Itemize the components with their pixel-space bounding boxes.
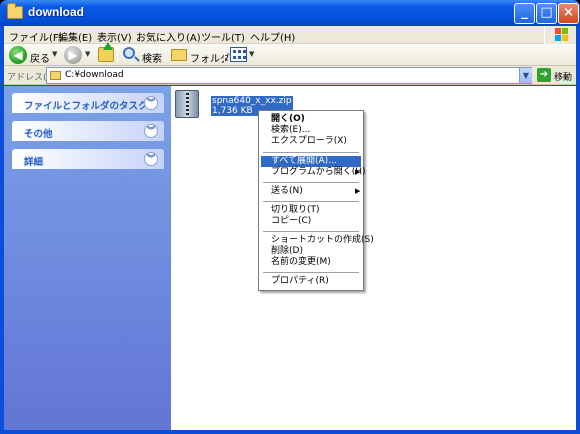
views-icon[interactable] (230, 47, 247, 62)
task-group-details[interactable]: 詳細 ︾ (12, 149, 164, 169)
window-title: download (28, 5, 84, 19)
task-group-title: その他 (24, 129, 53, 140)
context-menu-send-to[interactable]: 送る(N) (261, 186, 361, 197)
maximize-button[interactable]: □ (536, 3, 557, 24)
zip-file-icon[interactable] (175, 90, 199, 118)
chevron-down-icon[interactable]: ︾ (144, 124, 158, 138)
menu-bar: ファイル(F) 編集(E) 表示(V) お気に入り(A) ツール(T) ヘルプ(… (4, 26, 576, 44)
submenu-arrow-icon: ▶ (355, 187, 361, 195)
context-menu-rename[interactable]: 名前の変更(M) (261, 257, 361, 268)
context-menu-copy[interactable]: コピー(C) (261, 216, 361, 227)
menu-tools[interactable]: ツール(T) (201, 29, 245, 44)
folder-icon (7, 3, 23, 19)
context-menu: 開く(O) 検索(E)... エクスプローラ(X) すべて展開(A)... プロ… (258, 110, 374, 291)
menu-separator (263, 152, 359, 153)
menu-help[interactable]: ヘルプ(H) (250, 29, 295, 44)
context-menu-search[interactable]: 検索(E)... (261, 125, 361, 136)
forward-arrow-icon[interactable]: ▶ (64, 46, 82, 64)
title-bar[interactable]: download _ □ × (0, 0, 580, 26)
folders-icon[interactable] (171, 49, 187, 61)
minimize-button[interactable]: _ (514, 3, 535, 24)
forward-dropdown-icon[interactable]: ▼ (85, 50, 90, 58)
submenu-arrow-icon: ▶ (355, 168, 361, 176)
context-menu-create-shortcut[interactable]: ショートカットの作成(S) (261, 235, 374, 246)
toolbar: ◀ 戻る ▼ ▶ ▼ 検索 フォルダ ▼ (4, 42, 576, 66)
context-menu-extract-all[interactable]: すべて展開(A)... (261, 156, 361, 167)
go-arrow-icon[interactable]: ➔ (537, 68, 551, 82)
folder-icon (50, 71, 61, 80)
explorer-window: download _ □ × ファイル(F) 編集(E) 表示(V) お気に入り… (0, 0, 580, 434)
address-value: C:¥download (65, 70, 124, 80)
task-group-title: ファイルとフォルダのタスク (24, 101, 148, 112)
toolbar-separator (224, 47, 225, 63)
context-menu-open-with[interactable]: プログラムから開く(H) (261, 167, 366, 178)
search-button-label[interactable]: 検索 (142, 50, 162, 65)
close-button[interactable]: × (558, 3, 579, 24)
menu-edit[interactable]: 編集(E) (58, 29, 92, 44)
menu-separator (263, 272, 359, 273)
chevron-down-icon[interactable]: ︾ (144, 96, 158, 110)
folder-up-icon[interactable] (98, 42, 114, 62)
context-menu-properties[interactable]: プロパティ(R) (261, 276, 361, 287)
menu-file[interactable]: ファイル(F) (9, 29, 63, 44)
menu-separator (263, 231, 359, 232)
context-menu-delete[interactable]: 削除(D) (261, 246, 361, 257)
task-pane: ファイルとフォルダのタスク ︾ その他 ︾ 詳細 ︾ (4, 86, 171, 430)
task-group-other-places[interactable]: その他 ︾ (12, 121, 164, 141)
menu-favorites[interactable]: お気に入り(A) (136, 29, 201, 44)
file-name: spna640_x_xx.zip (212, 96, 292, 106)
menu-separator (263, 201, 359, 202)
context-menu-explore[interactable]: エクスプローラ(X) (261, 136, 361, 147)
file-list-area[interactable]: spna640_x_xx.zip 1,736 KB (171, 86, 576, 430)
toolbar-separator (117, 47, 118, 63)
windows-logo-icon (544, 26, 576, 44)
task-group-file-folder-tasks[interactable]: ファイルとフォルダのタスク ︾ (12, 93, 164, 113)
go-button-label[interactable]: 移動 (554, 70, 572, 83)
chevron-down-icon[interactable]: ︾ (144, 152, 158, 166)
search-icon[interactable] (123, 47, 135, 59)
address-bar: アドレス(D) C:¥download ▼ ➔ 移動 (4, 66, 576, 85)
context-menu-open[interactable]: 開く(O) (261, 114, 361, 125)
back-dropdown-icon[interactable]: ▼ (52, 50, 57, 58)
back-arrow-icon[interactable]: ◀ (9, 46, 27, 64)
back-button-label[interactable]: 戻る (30, 50, 50, 65)
address-dropdown-icon[interactable]: ▼ (519, 68, 532, 83)
address-input[interactable]: C:¥download ▼ (46, 67, 532, 84)
menu-separator (263, 182, 359, 183)
task-group-title: 詳細 (24, 157, 44, 168)
context-menu-cut[interactable]: 切り取り(T) (261, 205, 361, 216)
views-dropdown-icon[interactable]: ▼ (249, 50, 254, 58)
